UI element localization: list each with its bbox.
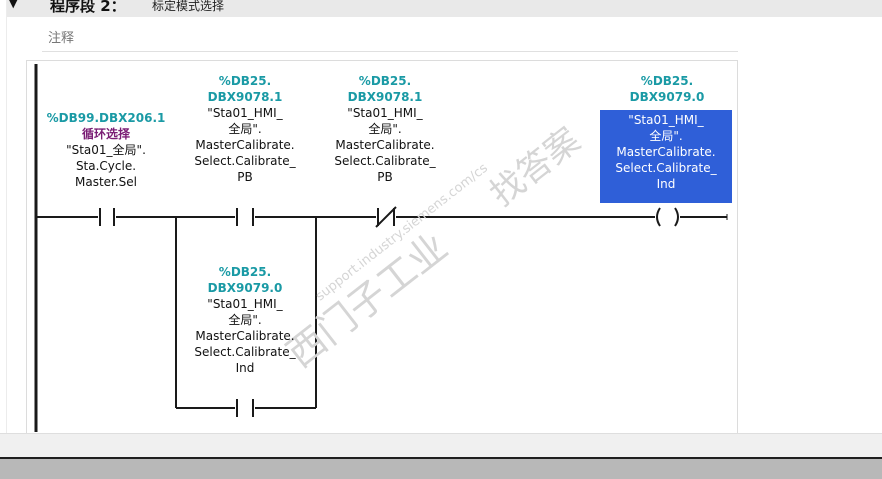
coil-tag-selected[interactable]: "Sta01_HMI_ 全局". MasterCalibrate. Select…	[600, 110, 732, 203]
branch-contact-label[interactable]: %DB25. DBX9079.0 "Sta01_HMI_ 全局". Master…	[182, 264, 308, 376]
branch-address-line1: %DB25.	[218, 265, 272, 279]
contact-2-tag-line3: MasterCalibrate.	[195, 138, 295, 152]
branch-tag-line5: Ind	[235, 361, 255, 375]
contact-no-branch	[236, 399, 254, 417]
contact-2-tag-line1: "Sta01_HMI_	[207, 106, 283, 120]
branch-tag-line3: MasterCalibrate.	[195, 329, 295, 343]
coil-tag-line5: Ind	[656, 177, 676, 191]
contact-2-address-line1: %DB25.	[218, 74, 272, 88]
contact-3-address-line1: %DB25.	[358, 74, 412, 88]
contact-2-tag-line5: PB	[237, 170, 253, 184]
contact-no-2	[236, 208, 254, 226]
contact-2-label[interactable]: %DB25. DBX9078.1 "Sta01_HMI_ 全局". Master…	[182, 73, 308, 185]
contact-1-tag-line1: "Sta01_全局".	[66, 143, 146, 157]
branch-address-line2: DBX9079.0	[207, 281, 283, 295]
branch-tag-line2: 全局".	[228, 313, 262, 327]
contact-no-1	[99, 208, 115, 226]
contact-3-tag-line5: PB	[377, 170, 393, 184]
contact-1-label[interactable]: %DB99.DBX206.1 循环选择 "Sta01_全局". Sta.Cycl…	[40, 110, 172, 190]
contact-1-address: %DB99.DBX206.1	[46, 111, 166, 125]
editor-bottom-area	[0, 433, 882, 458]
coil-tag-line2: 全局".	[649, 129, 683, 143]
contact-nc-3	[375, 206, 397, 228]
contact-3-label[interactable]: %DB25. DBX9078.1 "Sta01_HMI_ 全局". Master…	[322, 73, 448, 185]
contact-3-address-line2: DBX9078.1	[347, 90, 423, 104]
contact-1-tag-line2: Sta.Cycle.	[75, 159, 137, 173]
contact-3-tag-line2: 全局".	[368, 122, 402, 136]
status-bar	[0, 457, 882, 479]
contact-3-tag-line1: "Sta01_HMI_	[347, 106, 423, 120]
contact-3-tag-line4: Select.Calibrate_	[334, 154, 436, 168]
ladder-rungs	[34, 64, 728, 432]
coil-address-block[interactable]: %DB25. DBX9079.0	[602, 73, 732, 105]
branch-tag-line4: Select.Calibrate_	[194, 345, 296, 359]
branch-tag-line1: "Sta01_HMI_	[207, 297, 283, 311]
coil-tag-line4: Select.Calibrate_	[615, 161, 717, 175]
contact-2-address-line2: DBX9078.1	[207, 90, 283, 104]
contact-3-tag-line3: MasterCalibrate.	[335, 138, 435, 152]
output-coil	[656, 207, 679, 227]
coil-address-line1: %DB25.	[640, 74, 694, 88]
coil-tag-line3: MasterCalibrate.	[616, 145, 716, 159]
contact-1-tag-line3: Master.Sel	[74, 175, 138, 189]
contact-2-tag-line4: Select.Calibrate_	[194, 154, 296, 168]
coil-tag-line1: "Sta01_HMI_	[628, 113, 704, 127]
contact-1-symbol: 循环选择	[81, 127, 130, 141]
contact-2-tag-line2: 全局".	[228, 122, 262, 136]
coil-address-line2: DBX9079.0	[629, 90, 705, 104]
